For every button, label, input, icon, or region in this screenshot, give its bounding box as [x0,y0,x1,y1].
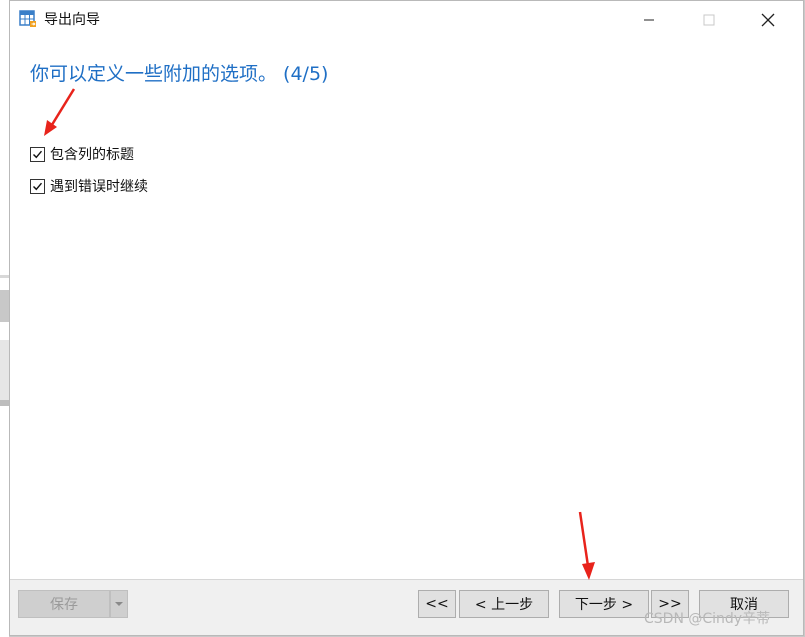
wizard-footer: 保存 << < 上一步 下一步 > >> 取消 [10,579,803,635]
previous-step-button[interactable]: < 上一步 [459,590,549,618]
last-step-button[interactable]: >> [651,590,689,618]
chevron-down-icon [115,602,123,606]
minimize-icon [644,19,654,21]
next-step-button[interactable]: 下一步 > [559,590,649,618]
maximize-icon [703,14,715,26]
window-title: 导出向导 [44,12,100,28]
close-icon [761,13,775,27]
cancel-button[interactable]: 取消 [699,590,789,618]
background-stripe [0,275,9,278]
maximize-button[interactable] [686,1,732,39]
save-button[interactable]: 保存 [18,590,110,618]
table-export-icon [19,10,36,27]
option-continue-on-error[interactable]: 遇到错误时继续 [30,176,148,196]
background-app-edge [0,0,9,637]
wizard-step-heading: 你可以定义一些附加的选项。 (4/5) [30,63,329,85]
option-label: 包含列的标题 [50,147,134,163]
checkmark-icon [33,150,43,158]
minimize-button[interactable] [626,1,672,39]
option-include-column-titles[interactable]: 包含列的标题 [30,144,134,164]
option-label: 遇到错误时继续 [50,179,148,195]
close-button[interactable] [745,1,791,39]
background-stripe [0,400,9,406]
continue-on-error-checkbox[interactable] [30,178,45,194]
background-stripe [0,340,9,400]
save-dropdown-button[interactable] [110,590,128,618]
include-column-titles-checkbox[interactable] [30,146,45,162]
export-wizard-window: 导出向导 你可以定义一些附加的选项。 (4/5) 包含列的标题 遇到错误时继续 … [9,0,804,636]
background-stripe [0,290,9,322]
first-step-button[interactable]: << [418,590,456,618]
checkmark-icon [33,182,43,190]
title-bar[interactable]: 导出向导 [10,1,803,39]
